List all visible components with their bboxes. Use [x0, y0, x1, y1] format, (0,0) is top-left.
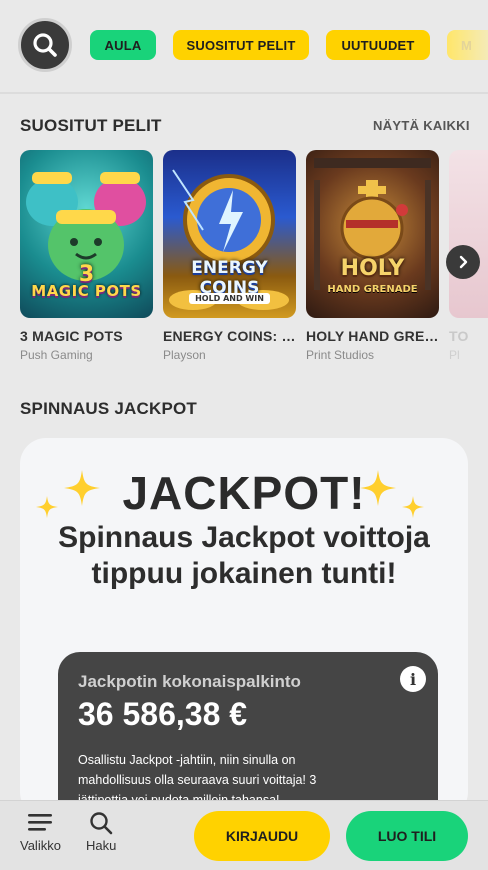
- game-thumbnail[interactable]: HOLY HAND GRENADE: [306, 150, 439, 318]
- jackpot-total-label: Jackpotin kokonaispalkinto: [78, 672, 301, 691]
- game-name: TO: [449, 328, 469, 344]
- chip-aula[interactable]: AULA: [90, 30, 156, 60]
- jackpot-subline: Spinnaus Jackpot voittoja tippuu jokaine…: [58, 521, 430, 590]
- jackpot-total-box: Jackpotin kokonaispalkinto 36 586,38 € O…: [58, 652, 438, 818]
- game-thumbnail[interactable]: ENERGY COINS HOLD AND WIN: [163, 150, 296, 318]
- hamburger-icon: [28, 814, 53, 831]
- game-card[interactable]: 3 MAGIC POTS 3 MAGIC POTS Push Gaming: [20, 150, 153, 362]
- search-tab-label: Haku: [86, 838, 117, 853]
- chip-suositut-pelit[interactable]: SUOSITUT PELIT: [173, 30, 309, 60]
- game-art-title: HOLY: [340, 256, 405, 281]
- chip-partial[interactable]: M: [447, 30, 488, 60]
- carousel-next-button[interactable]: [446, 245, 480, 279]
- game-thumbnail[interactable]: [449, 150, 488, 318]
- search-button[interactable]: [18, 18, 72, 72]
- signup-button[interactable]: LUO TILI: [346, 811, 468, 861]
- menu-button[interactable]: Valikko: [20, 811, 61, 853]
- section-title-popular: SUOSITUT PELIT: [20, 116, 162, 135]
- game-art-title: MAGIC POTS: [31, 282, 142, 300]
- jackpot-card: JACKPOT! Spinnaus Jackpot voittoja tippu…: [20, 438, 468, 818]
- top-divider: [0, 92, 488, 94]
- game-provider: Push Gaming: [20, 348, 93, 362]
- jackpot-total-amount: 36 586,38 €: [78, 696, 248, 732]
- game-thumbnail[interactable]: 3 MAGIC POTS: [20, 150, 153, 318]
- jackpot-headline: JACKPOT!: [122, 467, 366, 519]
- game-name: ENERGY COINS: H...: [163, 328, 296, 344]
- info-icon[interactable]: i: [400, 666, 426, 692]
- chevron-right-icon: [459, 255, 468, 269]
- login-button[interactable]: KIRJAUDU: [194, 811, 330, 861]
- menu-label: Valikko: [20, 838, 61, 853]
- game-name: HOLY HAND GREN...: [306, 328, 439, 344]
- game-provider: Playson: [163, 348, 206, 362]
- game-provider: Print Studios: [306, 348, 375, 362]
- search-tab-button[interactable]: Haku: [86, 811, 116, 853]
- game-card[interactable]: HOLY HAND GRENADE HOLY HAND GREN... Prin…: [306, 150, 439, 362]
- chip-uutuudet[interactable]: UUTUUDET: [326, 30, 430, 60]
- section-title-jackpot: SPINNAUS JACKPOT: [20, 399, 198, 418]
- game-art-badge: HOLD AND WIN: [189, 293, 270, 304]
- top-navigation: AULA SUOSITUT PELIT UUTUUDET M: [0, 0, 488, 92]
- game-art-title: ENERGY COINS: [191, 258, 268, 298]
- game-art-subtitle: HAND GRENADE: [327, 284, 418, 295]
- search-icon: [33, 33, 57, 57]
- bottom-bar: Valikko Haku KIRJAUDU LUO TILI: [0, 800, 488, 870]
- game-card[interactable]: ENERGY COINS HOLD AND WIN ENERGY COINS: …: [163, 150, 296, 362]
- game-provider: Pl: [449, 348, 460, 362]
- game-art-subtitle: HOLD AND WIN: [163, 293, 296, 304]
- see-all-link[interactable]: NÄYTÄ KAIKKI: [373, 118, 470, 133]
- search-icon: [90, 812, 113, 835]
- game-name: 3 MAGIC POTS: [20, 328, 123, 344]
